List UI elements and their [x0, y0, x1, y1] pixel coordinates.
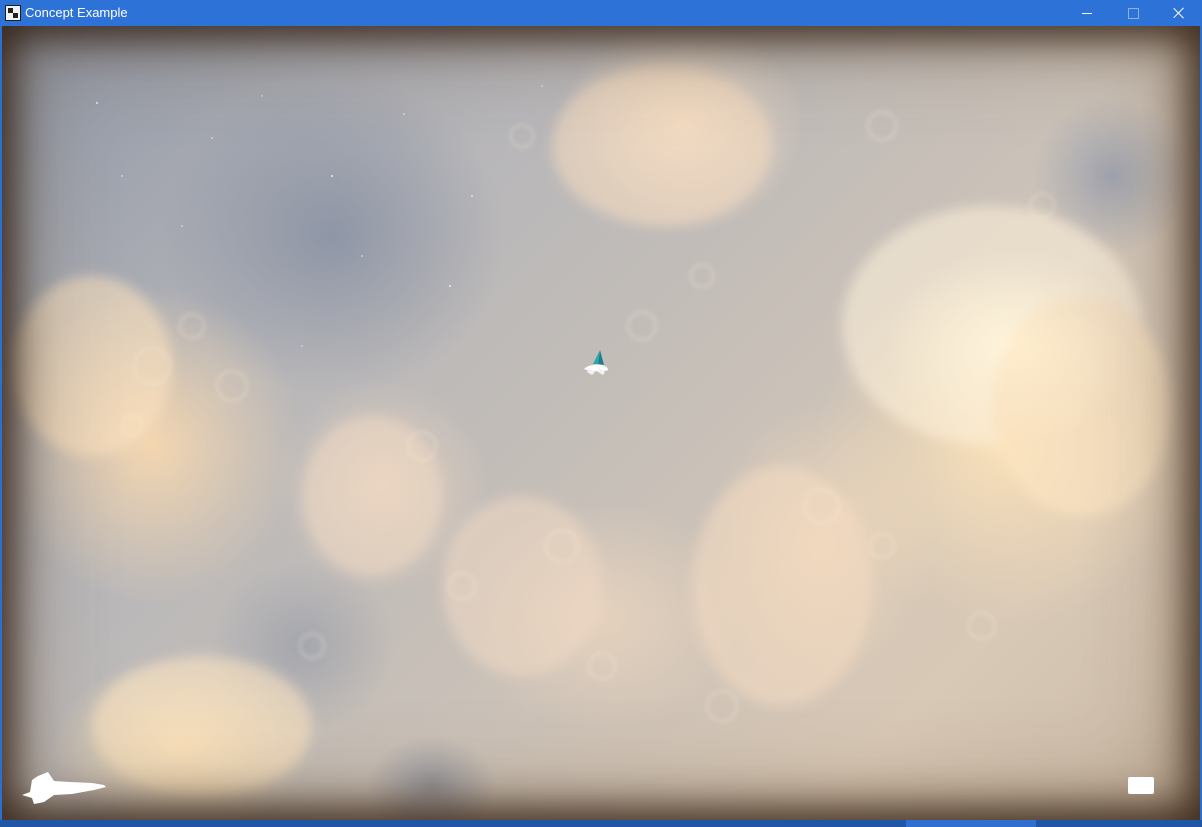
close-icon — [1173, 7, 1185, 19]
app-window: Concept Example — [0, 0, 1202, 827]
shuttle-lives-icon — [22, 772, 106, 804]
window-title: Concept Example — [25, 5, 128, 20]
minimize-icon — [1082, 12, 1092, 14]
title-bar[interactable]: Concept Example — [0, 0, 1202, 26]
app-icon — [5, 5, 21, 21]
maximize-icon — [1127, 7, 1139, 19]
window-bottom-highlight — [906, 820, 1036, 827]
close-button[interactable] — [1156, 0, 1202, 26]
minimize-button[interactable] — [1064, 0, 1110, 26]
nebula-background — [12, 66, 1172, 796]
maximize-button[interactable] — [1110, 0, 1156, 26]
game-viewport[interactable] — [2, 26, 1200, 820]
player-spaceship-icon — [584, 350, 608, 375]
status-box-icon — [1128, 777, 1154, 794]
